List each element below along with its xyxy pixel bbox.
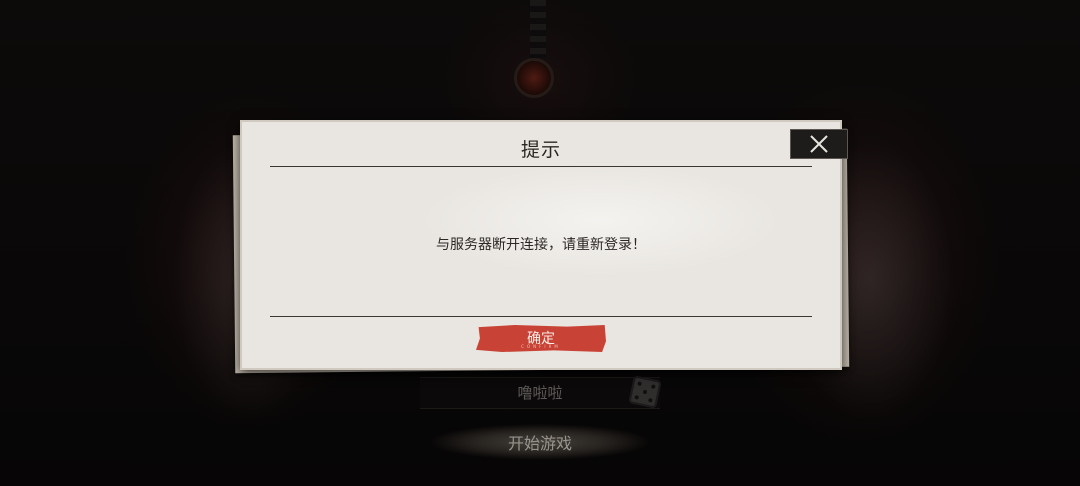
alert-dialog: 提示 与服务器断开连接，请重新登录！ 确定 CONFIRM (240, 120, 842, 370)
close-button[interactable] (790, 129, 848, 159)
footer-divider (270, 316, 812, 317)
dialog-title: 提示 (520, 139, 561, 161)
title-divider (270, 166, 812, 167)
confirm-button[interactable]: 确定 CONFIRM (476, 325, 606, 352)
confirm-sublabel: CONFIRM (521, 344, 561, 349)
close-icon (810, 135, 828, 153)
dialog-message: 与服务器断开连接，请重新登录！ (436, 237, 646, 253)
